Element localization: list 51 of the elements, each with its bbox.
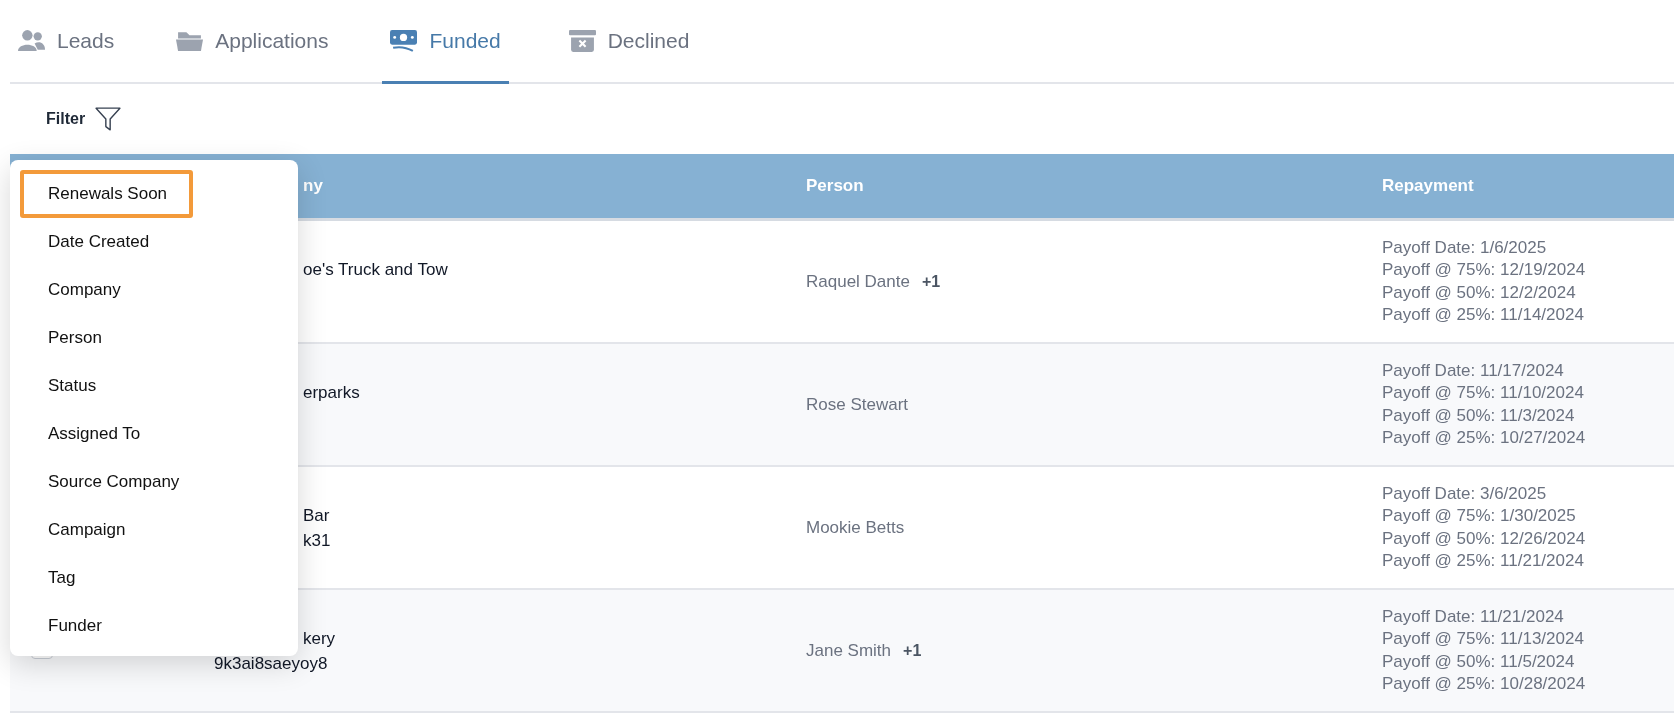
menu-item[interactable]: Company [20,266,147,314]
menu-item[interactable]: Tag [20,554,102,602]
menu-item[interactable]: Source Company [20,458,206,506]
banknote-icon [390,29,418,52]
menu-item[interactable]: Assigned To [20,410,167,458]
tab[interactable]: Applications [174,0,331,84]
payoff-text: Payoff Date: 11/17/2024 [1382,359,1564,382]
column-header: ny [303,176,323,195]
payoff-text: Payoff @ 25%: 10/27/2024 [1382,427,1586,449]
company-text: erparks [303,382,360,404]
payoff-text: Payoff @ 75%: 11/10/2024 [1382,382,1584,404]
menu-item[interactable]: Status [20,362,123,410]
company-text: 9k3ai8saeyoy8 [214,653,328,675]
filter-button[interactable]: Filter [46,106,122,132]
more-count: +1 [921,272,941,291]
person-name: Raquel Dante [806,271,910,292]
tab[interactable]: Leads [16,0,117,84]
people-icon [18,29,45,52]
menu-item[interactable]: Funder [20,602,128,650]
payoff-text: Payoff Date: 1/6/2025 [1382,236,1547,259]
company-text: oe's Truck and Tow [303,259,448,281]
funnel-icon [95,106,122,132]
payoff-text: Payoff @ 75%: 11/13/2024 [1382,628,1584,650]
more-count: +1 [903,641,922,660]
payoff-text: Payoff @ 75%: 1/30/2025 [1382,505,1576,527]
payoff-text: Payoff @ 50%: 12/26/2024 [1382,527,1586,550]
payoff-text: Payoff @ 25%: 11/14/2024 [1382,304,1584,326]
payoff-text: Payoff Date: 11/21/2024 [1382,605,1564,628]
menu-item[interactable]: Date Created [20,218,176,266]
payoff-text: Payoff @ 25%: 11/21/2024 [1382,550,1584,572]
payoff-text: Payoff @ 25%: 10/28/2024 [1382,673,1586,695]
company-text: kery [303,628,336,650]
payoff-text: Payoff @ 75%: 12/19/2024 [1382,259,1586,281]
tab[interactable]: Declined [566,0,692,84]
column-header: Repayment [1382,176,1474,195]
column-header: Person [806,176,864,195]
tab[interactable]: Funded [382,0,509,84]
person-name: Jane Smith [806,640,892,661]
archive-box-icon [568,29,596,52]
payoff-text: Payoff @ 50%: 11/5/2024 [1382,650,1575,673]
payoff-text: Payoff @ 50%: 12/2/2024 [1382,281,1576,304]
menu-item[interactable]: Campaign [20,506,152,554]
person-name: Rose Stewart [806,394,909,415]
person-name: Mookie Betts [806,517,905,538]
menu-item[interactable]: Renewals Soon [20,170,194,218]
company-text: Bar [303,505,330,527]
menu-item[interactable]: Person [20,314,128,362]
payoff-text: Payoff @ 50%: 11/3/2024 [1382,404,1575,427]
folder-icon [176,29,204,52]
payoff-text: Payoff Date: 3/6/2025 [1382,482,1547,505]
company-text: k31 [303,530,331,552]
